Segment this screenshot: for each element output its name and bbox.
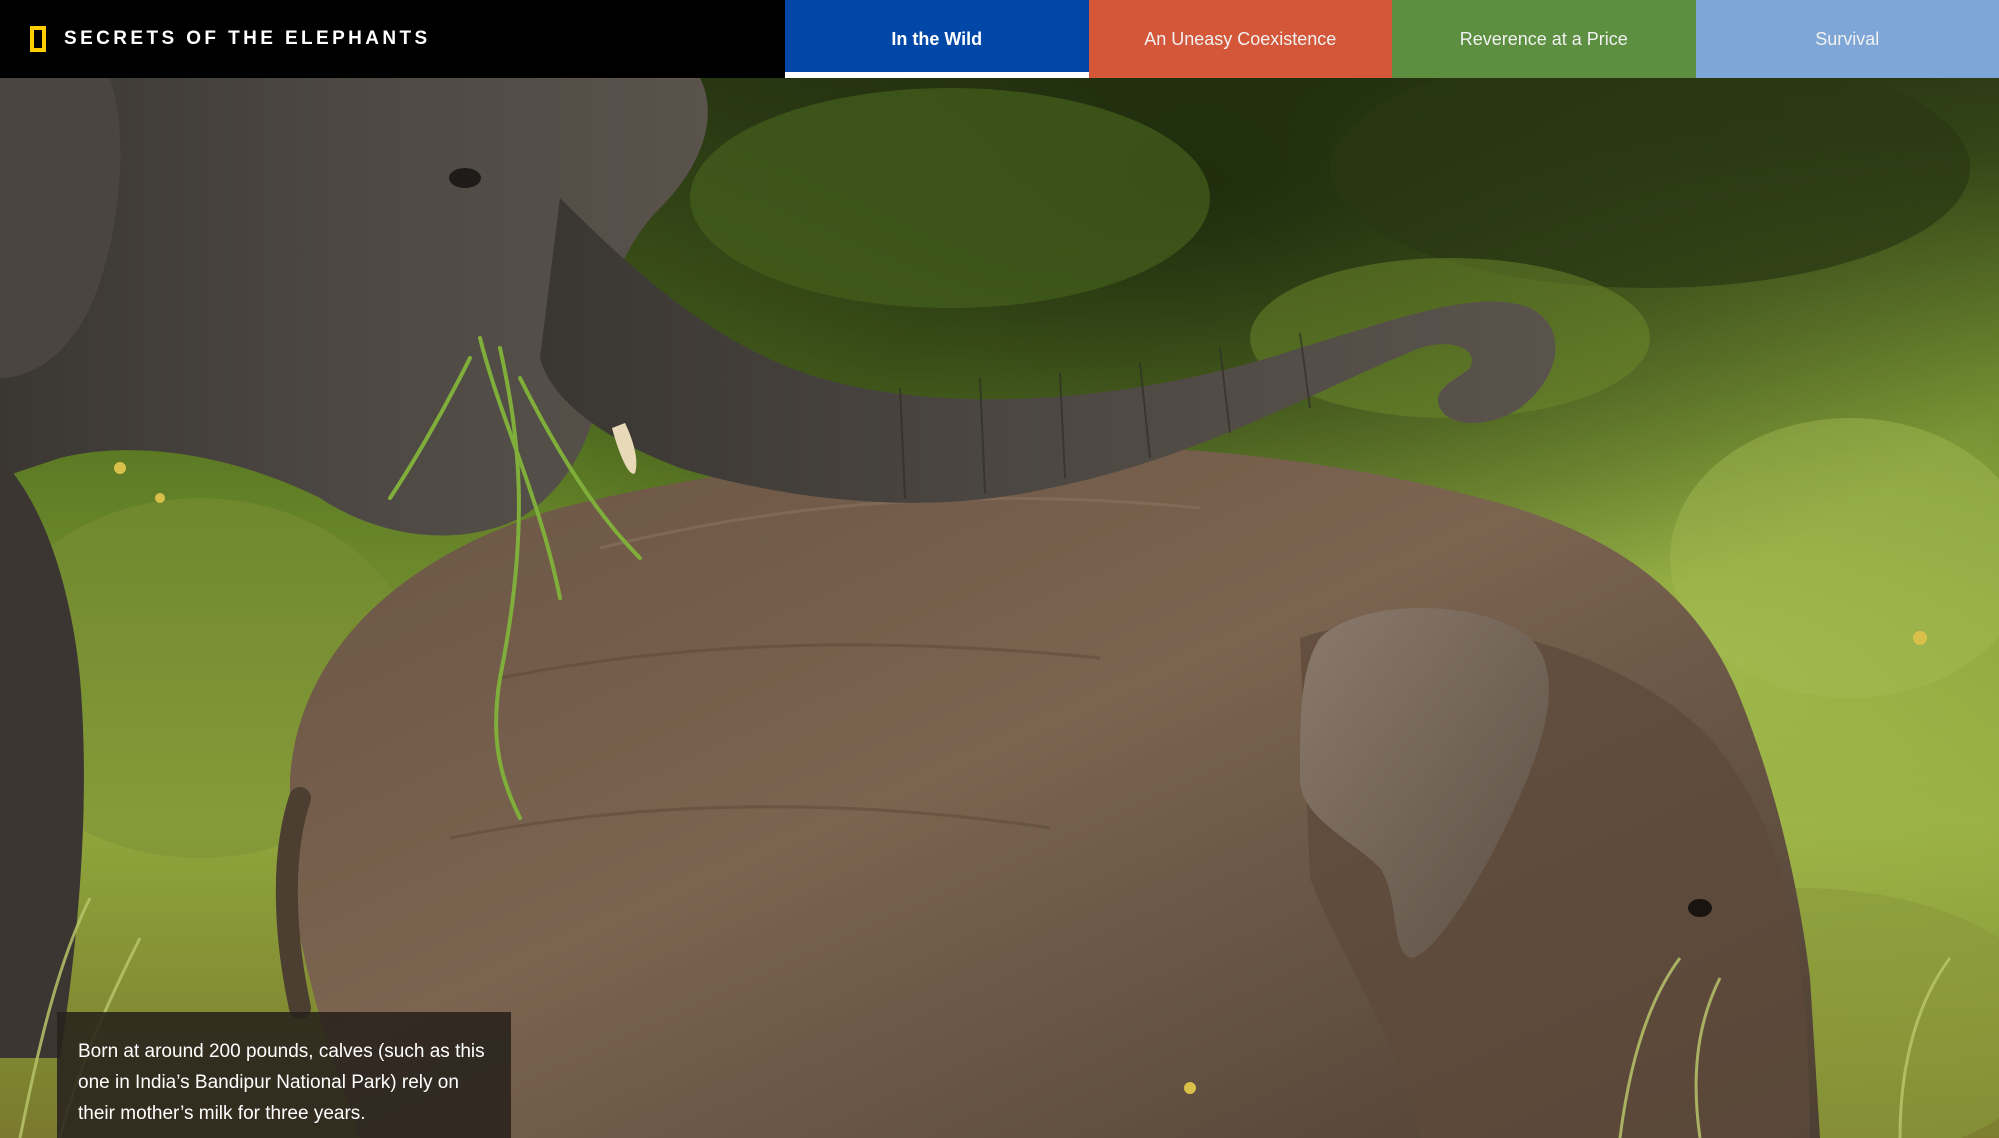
tab-an-uneasy-coexistence[interactable]: An Uneasy Coexistence xyxy=(1088,0,1392,78)
elephant-photo-illustration xyxy=(0,78,1999,1138)
top-navigation-bar: SECRETS OF THE ELEPHANTS In the Wild An … xyxy=(0,0,1999,78)
caption-text: Born at around 200 pounds, calves (such … xyxy=(78,1041,485,1124)
chapter-tabs: In the Wild An Uneasy Coexistence Revere… xyxy=(785,0,1999,78)
hero-photo-elephants xyxy=(0,78,1999,1138)
site-title: SECRETS OF THE ELEPHANTS xyxy=(64,28,431,49)
page: SECRETS OF THE ELEPHANTS In the Wild An … xyxy=(0,0,1999,1138)
brand-link[interactable]: SECRETS OF THE ELEPHANTS xyxy=(0,0,785,78)
photo-caption: Born at around 200 pounds, calves (such … xyxy=(57,1012,511,1138)
tab-label: An Uneasy Coexistence xyxy=(1144,28,1337,49)
tab-label: Reverence at a Price xyxy=(1459,28,1628,49)
tab-reverence-at-a-price[interactable]: Reverence at a Price xyxy=(1392,0,1696,78)
yellow-rectangle-logo-icon xyxy=(30,26,46,52)
tab-label: Survival xyxy=(1815,28,1880,49)
tab-in-the-wild[interactable]: In the Wild xyxy=(785,0,1089,78)
tab-survival[interactable]: Survival xyxy=(1695,0,1999,78)
tab-label: In the Wild xyxy=(891,28,983,49)
